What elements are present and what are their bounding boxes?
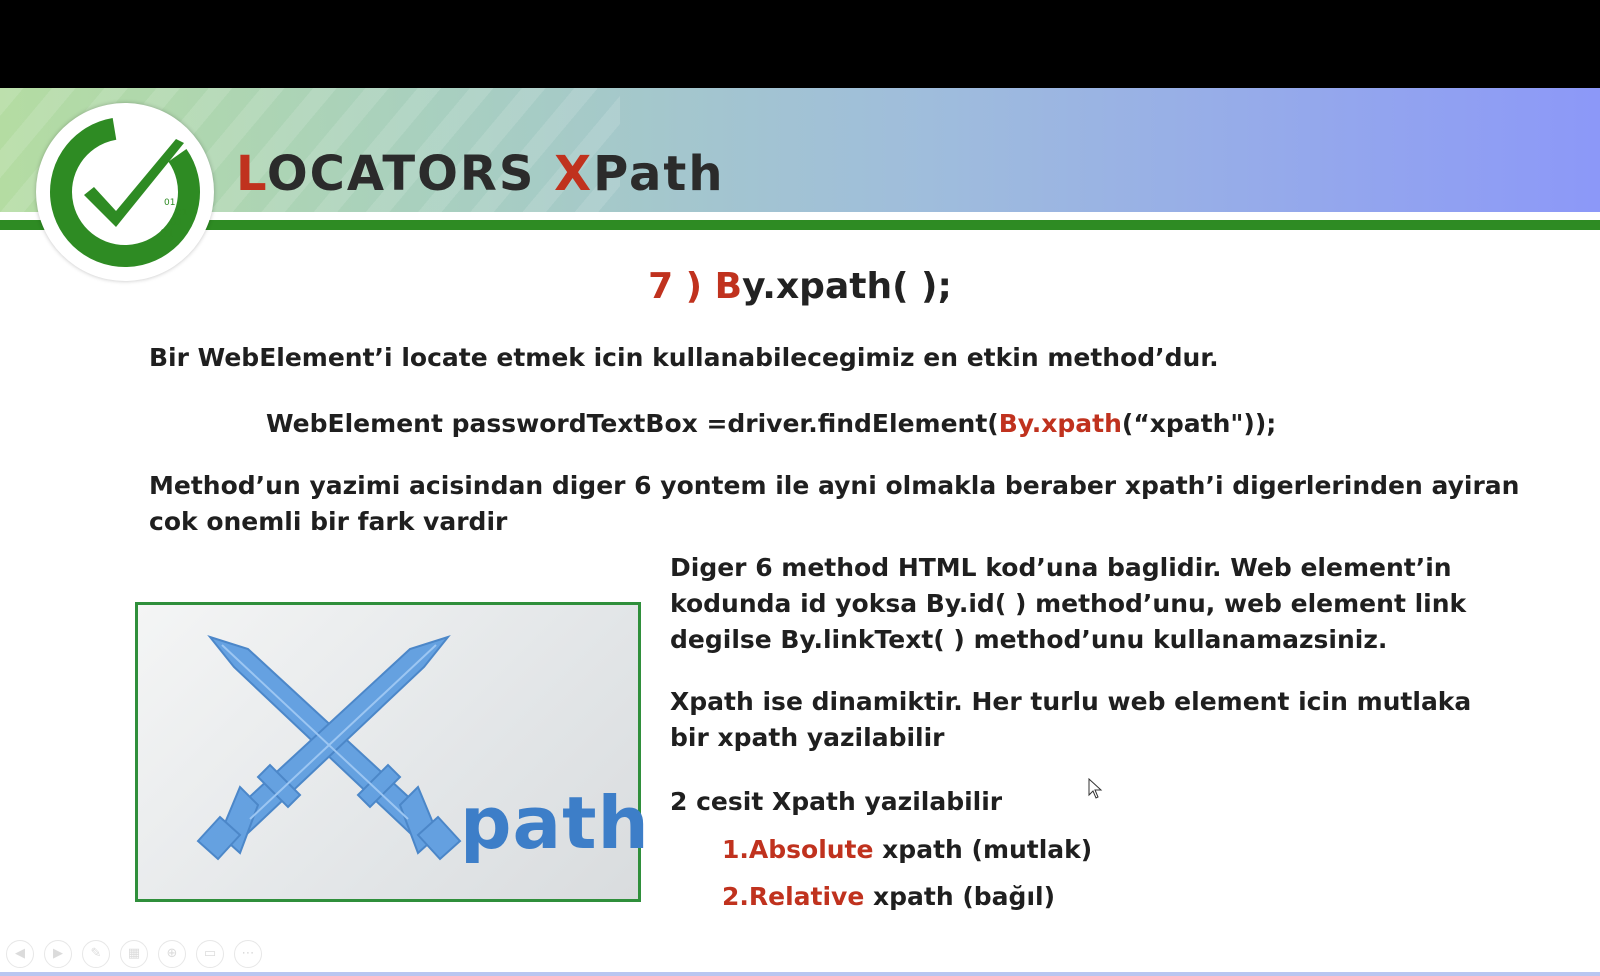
slide-subtitle: 7 ) By.xpath( ); xyxy=(0,266,1600,307)
code-line: WebElement passwordTextBox =driver.findE… xyxy=(266,406,1276,442)
bottom-border xyxy=(0,972,1600,976)
xpath-types-heading: 2 cesit Xpath yazilabilir xyxy=(670,787,1003,816)
header-green-bar xyxy=(0,220,1600,230)
code-highlight: By.xpath xyxy=(998,409,1122,438)
title-part: Path xyxy=(593,146,725,202)
difference-paragraph: Method’un yazimi acisindan diger 6 yonte… xyxy=(149,468,1519,540)
xpath-logo-text: path xyxy=(460,781,650,865)
toolbar-more-icon[interactable]: ⋯ xyxy=(234,940,262,968)
toolbar-pen-icon[interactable]: ✎ xyxy=(82,940,110,968)
item-rest: xpath (bağıl) xyxy=(864,882,1056,911)
toolbar-back-icon[interactable]: ◀ xyxy=(6,940,34,968)
paragraph-line: degilse By.linkText( ) method’unu kullan… xyxy=(670,625,1388,654)
slide-title: LOCATORS XPath xyxy=(236,146,725,202)
subtitle-highlight: 7 ) B xyxy=(648,266,743,307)
intro-text: Bir WebElement’i locate etmek icin kulla… xyxy=(149,343,1219,372)
check-logo-icon: 01 01 01 01 xyxy=(36,103,214,281)
paragraph-line: Method’un yazimi acisindan diger 6 yonte… xyxy=(149,471,1520,500)
code-prefix: WebElement passwordTextBox =driver.findE… xyxy=(266,409,999,438)
paragraph-line: cok onemli bir fark vardir xyxy=(149,507,508,536)
toolbar-subtitle-icon[interactable]: ▭ xyxy=(196,940,224,968)
toolbar-zoom-icon[interactable]: ⊕ xyxy=(158,940,186,968)
mouse-cursor-icon xyxy=(1088,778,1103,799)
right-paragraph-2: Xpath ise dinamiktir. Her turlu web elem… xyxy=(670,684,1471,756)
logo-binary: 01 xyxy=(160,227,174,240)
paragraph-line: kodunda id yoksa By.id( ) method’unu, we… xyxy=(670,589,1467,618)
item-highlight: 1.Absolute xyxy=(722,835,874,864)
paragraph-line: bir xpath yazilabilir xyxy=(670,723,945,752)
code-suffix: (“xpath")); xyxy=(1121,409,1277,438)
title-part: OCATORS xyxy=(266,146,555,202)
slide: 01 01 01 01 LOCATORS XPath 7 ) By.xpath(… xyxy=(0,88,1600,976)
xpath-image: path xyxy=(135,602,649,902)
logo-binary: 01 xyxy=(164,198,175,208)
header-divider xyxy=(0,212,1600,220)
toolbar-slides-icon[interactable]: ▦ xyxy=(120,940,148,968)
list-item-relative: 2.Relative xpath (bağıl) xyxy=(722,879,1055,915)
toolbar-next-icon[interactable]: ▶ xyxy=(44,940,72,968)
paragraph-line: Diger 6 method HTML kod’una baglidir. We… xyxy=(670,553,1452,582)
subtitle-rest: y.xpath( ); xyxy=(742,266,952,307)
title-letter-x: X xyxy=(554,146,594,202)
presentation-toolbar: ◀ ▶ ✎ ▦ ⊕ ▭ ⋯ xyxy=(6,940,262,968)
item-rest: xpath (mutlak) xyxy=(873,835,1093,864)
title-letter-l: L xyxy=(236,146,267,202)
item-highlight: 2.Relative xyxy=(722,882,865,911)
right-paragraph-1: Diger 6 method HTML kod’una baglidir. We… xyxy=(670,550,1466,658)
paragraph-line: Xpath ise dinamiktir. Her turlu web elem… xyxy=(670,687,1472,716)
list-item-absolute: 1.Absolute xpath (mutlak) xyxy=(722,832,1092,868)
